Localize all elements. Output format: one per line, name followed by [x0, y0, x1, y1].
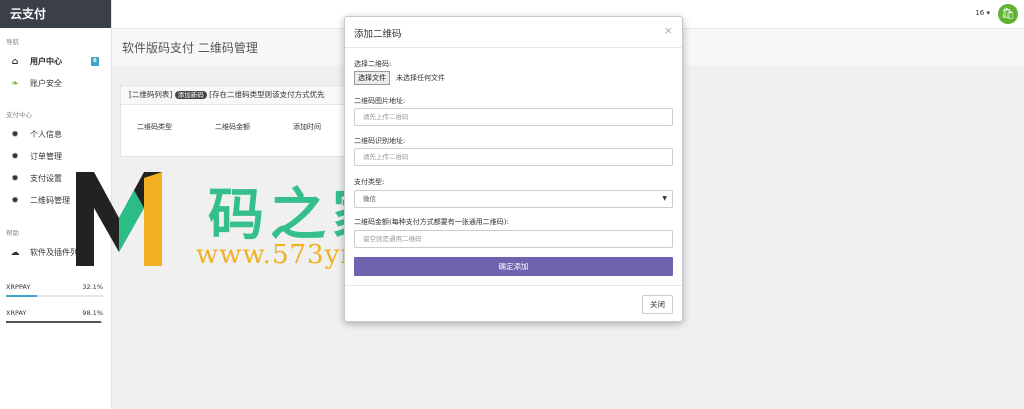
cloud-download-icon: ☁	[10, 248, 20, 258]
progress-percent: 32.1%	[82, 283, 103, 291]
amount-label: 二维码金额(每种支付方式都要有一张通用二维码):	[354, 218, 509, 226]
qr-url-input[interactable]: 请先上传二维码	[354, 148, 673, 166]
choose-file-button[interactable]: 选择文件	[354, 71, 390, 85]
panel-heading-suffix: [存在二维码类型则该支付方式优先	[209, 90, 325, 99]
column-header-amount: 二维码金额	[215, 123, 250, 131]
gear-icon: ✹	[11, 152, 19, 162]
add-qrcode-button[interactable]: 添加新码	[174, 91, 207, 99]
sidebar-item-account-security[interactable]: ❧ 账户安全	[0, 73, 111, 95]
close-icon[interactable]: ×	[664, 24, 673, 37]
gear-icon: ✹	[11, 174, 19, 184]
progress-row-xrpay: XRPAY 98.1%	[6, 309, 103, 323]
sidebar-item-profile[interactable]: ✹ 个人信息	[0, 124, 111, 146]
column-header-time: 添加时间	[293, 123, 321, 131]
sidebar-item-label: 账户安全	[30, 79, 62, 88]
gear-icon: ✹	[11, 196, 19, 206]
progress-percent: 98.1%	[82, 309, 103, 317]
modal-header: 添加二维码 ×	[345, 17, 682, 48]
sidebar-item-orders[interactable]: ✹ 订单管理	[0, 146, 111, 168]
progress-bar	[6, 295, 103, 297]
add-qrcode-modal: 添加二维码 × 选择二维码: 选择文件 未选择任何文件 二维码图片地址: 请先上…	[344, 16, 683, 322]
image-url-input[interactable]: 请先上传二维码	[354, 108, 673, 126]
qr-url-label: 二维码识别地址:	[354, 137, 406, 145]
sidebar-item-user-center[interactable]: ⌂ 用户中心 6	[0, 51, 111, 73]
progress-fill	[6, 295, 38, 297]
brand-title[interactable]: 云支付	[0, 0, 111, 28]
gear-icon: ✹	[11, 130, 19, 140]
close-button[interactable]: 关闭	[642, 295, 673, 314]
confirm-add-button[interactable]: 确定添加	[354, 257, 673, 276]
progress-row-xrppay: XRPPAY 32.1%	[6, 283, 103, 297]
watermark-logo-icon	[76, 172, 162, 266]
leaf-icon: ❧	[11, 79, 19, 89]
image-url-label: 二维码图片地址:	[354, 97, 406, 105]
page-title: 软件版码支付 二维码管理	[122, 41, 258, 55]
pay-type-value: 微信	[363, 195, 376, 203]
panel-heading: [二维码列表] 添加新码 [存在二维码类型则该支付方式优先	[121, 86, 351, 105]
modal-footer: 关闭	[345, 285, 682, 322]
pay-type-label: 支付类型:	[354, 178, 385, 186]
section-title-pay: 支付中心	[6, 111, 32, 119]
pay-type-select[interactable]: 微信 ▼	[354, 190, 673, 208]
sidebar-item-label: 用户中心	[30, 57, 62, 66]
sidebar-item-label: 二维码管理	[30, 196, 70, 205]
qrcode-list-panel: [二维码列表] 添加新码 [存在二维码类型则该支付方式优先 二维码类型 二维码金…	[120, 85, 352, 157]
home-icon: ⌂	[11, 57, 19, 67]
sidebar-item-label: 支付设置	[30, 174, 62, 183]
modal-title: 添加二维码	[354, 29, 402, 40]
progress-label: XRPAY	[6, 309, 27, 317]
file-status: 未选择任何文件	[396, 74, 445, 82]
section-title-nav: 导航	[6, 38, 19, 46]
sidebar-item-label: 个人信息	[30, 130, 62, 139]
column-header-type: 二维码类型	[137, 123, 172, 131]
progress-label: XRPPAY	[6, 283, 31, 291]
panel-heading-prefix: [二维码列表]	[129, 90, 173, 99]
file-label: 选择二维码:	[354, 60, 392, 68]
shopping-bag-icon[interactable]: 🛍	[998, 4, 1018, 24]
caret-down-icon: ▼	[662, 195, 667, 202]
amount-input[interactable]: 留空则是通用二维码	[354, 230, 673, 248]
progress-bar	[6, 321, 103, 323]
user-dropdown[interactable]: 16 ▾	[975, 9, 990, 17]
sidebar-item-label: 订单管理	[30, 152, 62, 161]
progress-fill	[6, 321, 102, 323]
status-badge: 6	[91, 57, 99, 66]
